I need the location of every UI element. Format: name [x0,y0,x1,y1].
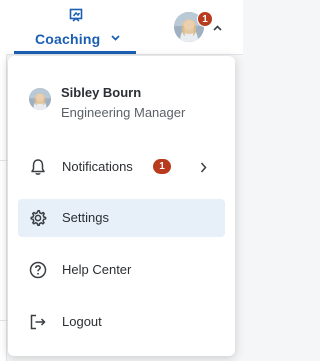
chevron-up-icon [213,25,222,31]
menu-item-label: Notifications [62,159,133,174]
help-circle-icon [29,261,47,279]
menu-item-settings[interactable]: Settings [18,199,225,237]
bell-icon [31,159,45,175]
chevron-right-icon [200,162,207,173]
user-avatar-image [29,88,51,110]
menu-item-label: Help Center [62,262,132,277]
coaching-icon [69,8,83,22]
profile-header: Sibley Bourn Engineering Manager [8,74,235,128]
gear-icon [30,210,47,227]
coaching-nav-tab[interactable]: Coaching [14,0,136,54]
background-panel [0,54,7,361]
menu-item-label: Logout [62,314,102,329]
logout-icon [30,314,46,330]
profile-role: Engineering Manager [61,105,186,120]
top-navigation-bar: Coaching 1 [0,0,243,55]
profile-name: Sibley Bourn [61,85,142,100]
account-dropdown-menu: Sibley Bourn Engineering Manager Notific… [8,56,235,356]
menu-item-label: Settings [62,210,109,225]
coaching-label: Coaching [35,31,101,47]
menu-item-notifications[interactable]: Notifications 1 [18,148,225,186]
divider [0,320,8,321]
menu-item-help-center[interactable]: Help Center [18,251,225,289]
notifications-count-badge: 1 [153,159,171,174]
divider [0,160,8,161]
avatar [29,88,51,110]
chevron-down-icon [111,35,120,41]
notification-count-badge: 1 [197,11,213,27]
account-menu-button[interactable]: 1 [171,10,223,46]
menu-item-logout[interactable]: Logout [18,303,225,341]
